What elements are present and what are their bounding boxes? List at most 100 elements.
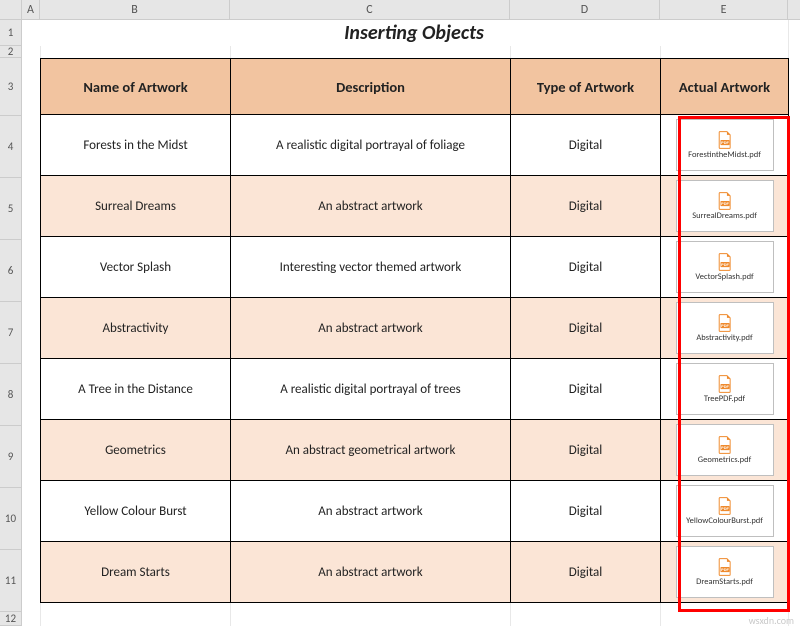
row-header-7[interactable]: 7	[0, 302, 21, 364]
embedded-pdf-object[interactable]: PDF ForestintheMidst.pdf	[676, 119, 774, 171]
pdf-file-icon: PDF	[717, 436, 733, 454]
select-all-corner[interactable]	[0, 0, 22, 19]
col-header-e[interactable]: E	[660, 0, 788, 19]
embedded-pdf-object[interactable]: PDF Geometrics.pdf	[676, 424, 774, 476]
cell-description[interactable]: An abstract artwork	[231, 298, 511, 359]
row-header-9[interactable]: 9	[0, 426, 21, 488]
col-header-d[interactable]: D	[510, 0, 660, 19]
svg-text:PDF: PDF	[721, 506, 729, 510]
cell-actual-artwork[interactable]: PDF ForestintheMidst.pdf	[661, 115, 789, 176]
embedded-pdf-object[interactable]: PDF DreamStarts.pdf	[676, 546, 774, 598]
cell-artwork-name[interactable]: Vector Splash	[41, 237, 231, 298]
cell-actual-artwork[interactable]: PDF SurrealDreams.pdf	[661, 176, 789, 237]
cell-artwork-name[interactable]: A Tree in the Distance	[41, 359, 231, 420]
col-header-c[interactable]: C	[230, 0, 510, 19]
artwork-table: Name of Artwork Description Type of Artw…	[40, 58, 789, 603]
table-row: Yellow Colour BurstAn abstract artworkDi…	[41, 481, 789, 542]
table-row: Dream StartsAn abstract artworkDigital PD…	[41, 542, 789, 603]
row-header-1[interactable]: 1	[0, 20, 21, 46]
svg-text:PDF: PDF	[721, 445, 729, 449]
cell-type[interactable]: Digital	[511, 420, 661, 481]
table-header-row: Name of Artwork Description Type of Artw…	[41, 59, 789, 115]
cell-artwork-name[interactable]: Geometrics	[41, 420, 231, 481]
cell-description[interactable]: A realistic digital portrayal of foliage	[231, 115, 511, 176]
pdf-filename: Geometrics.pdf	[698, 456, 751, 465]
cell-artwork-name[interactable]: Surreal Dreams	[41, 176, 231, 237]
header-desc[interactable]: Description	[231, 59, 511, 115]
svg-text:PDF: PDF	[721, 201, 729, 205]
cell-actual-artwork[interactable]: PDF VectorSplash.pdf	[661, 237, 789, 298]
table-row: GeometricsAn abstract geometrical artwor…	[41, 420, 789, 481]
cell-artwork-name[interactable]: Yellow Colour Burst	[41, 481, 231, 542]
cell-actual-artwork[interactable]: PDF Abstractivity.pdf	[661, 298, 789, 359]
embedded-pdf-object[interactable]: PDF Abstractivity.pdf	[676, 302, 774, 354]
table-row: Forests in the MidstA realistic digital …	[41, 115, 789, 176]
row-header-2[interactable]: 2	[0, 46, 21, 58]
svg-text:PDF: PDF	[721, 567, 729, 571]
row-header-8[interactable]: 8	[0, 364, 21, 426]
col-header-a[interactable]: A	[22, 0, 40, 19]
row-header-11[interactable]: 11	[0, 550, 21, 612]
header-type[interactable]: Type of Artwork	[511, 59, 661, 115]
column-header-row: A B C D E	[0, 0, 800, 20]
embedded-pdf-object[interactable]: PDF VectorSplash.pdf	[676, 241, 774, 293]
pdf-file-icon: PDF	[717, 314, 733, 332]
cell-actual-artwork[interactable]: PDF DreamStarts.pdf	[661, 542, 789, 603]
svg-text:PDF: PDF	[721, 384, 729, 388]
cell-actual-artwork[interactable]: PDF Geometrics.pdf	[661, 420, 789, 481]
watermark-text: wsxdn.com	[749, 614, 794, 627]
pdf-filename: SurrealDreams.pdf	[692, 212, 757, 221]
pdf-file-icon: PDF	[717, 192, 733, 210]
embedded-pdf-object[interactable]: PDF TreePDF.pdf	[676, 363, 774, 415]
row-header-column: 1 2 3 4 5 6 7 8 9 10 11 12	[0, 20, 22, 626]
pdf-filename: TreePDF.pdf	[704, 395, 745, 404]
embedded-pdf-object[interactable]: PDF YellowColourBurst.pdf	[676, 485, 774, 537]
cell-artwork-name[interactable]: Abstractivity	[41, 298, 231, 359]
svg-text:PDF: PDF	[721, 262, 729, 266]
cell-type[interactable]: Digital	[511, 481, 661, 542]
cell-description[interactable]: An abstract geometrical artwork	[231, 420, 511, 481]
pdf-file-icon: PDF	[717, 497, 733, 515]
cell-actual-artwork[interactable]: PDF TreePDF.pdf	[661, 359, 789, 420]
col-header-b[interactable]: B	[40, 0, 230, 19]
pdf-file-icon: PDF	[717, 253, 733, 271]
cell-type[interactable]: Digital	[511, 237, 661, 298]
row-header-10[interactable]: 10	[0, 488, 21, 550]
cell-description[interactable]: An abstract artwork	[231, 542, 511, 603]
cell-type[interactable]: Digital	[511, 298, 661, 359]
header-actual[interactable]: Actual Artwork	[661, 59, 789, 115]
embedded-pdf-object[interactable]: PDF SurrealDreams.pdf	[676, 180, 774, 232]
cell-type[interactable]: Digital	[511, 359, 661, 420]
cell-artwork-name[interactable]: Dream Starts	[41, 542, 231, 603]
spreadsheet-sheet: A B C D E 1 2 3 4 5 6 7 8 9 10 11 12	[0, 0, 800, 631]
cell-type[interactable]: Digital	[511, 176, 661, 237]
pdf-filename: ForestintheMidst.pdf	[688, 151, 761, 160]
row-header-12[interactable]: 12	[0, 612, 21, 626]
cell-description[interactable]: Interesting vector themed artwork	[231, 237, 511, 298]
row-header-6[interactable]: 6	[0, 240, 21, 302]
table-row: A Tree in the DistanceA realistic digita…	[41, 359, 789, 420]
cell-type[interactable]: Digital	[511, 115, 661, 176]
pdf-filename: Abstractivity.pdf	[696, 334, 752, 343]
table-row: Surreal DreamsAn abstract artworkDigital…	[41, 176, 789, 237]
cell-description[interactable]: An abstract artwork	[231, 176, 511, 237]
pdf-filename: VectorSplash.pdf	[695, 273, 753, 282]
svg-text:PDF: PDF	[721, 323, 729, 327]
table-row: Vector SplashInteresting vector themed a…	[41, 237, 789, 298]
row-header-3[interactable]: 3	[0, 58, 21, 116]
cell-description[interactable]: An abstract artwork	[231, 481, 511, 542]
page-title[interactable]: Inserting Objects	[40, 20, 788, 46]
cell-type[interactable]: Digital	[511, 542, 661, 603]
cell-actual-artwork[interactable]: PDF YellowColourBurst.pdf	[661, 481, 789, 542]
pdf-file-icon: PDF	[717, 375, 733, 393]
pdf-file-icon: PDF	[717, 131, 733, 149]
row-header-4[interactable]: 4	[0, 116, 21, 178]
pdf-filename: YellowColourBurst.pdf	[686, 517, 763, 526]
cell-description[interactable]: A realistic digital portrayal of trees	[231, 359, 511, 420]
svg-text:PDF: PDF	[721, 140, 729, 144]
row-header-5[interactable]: 5	[0, 178, 21, 240]
pdf-file-icon: PDF	[717, 558, 733, 576]
cell-artwork-name[interactable]: Forests in the Midst	[41, 115, 231, 176]
header-name[interactable]: Name of Artwork	[41, 59, 231, 115]
pdf-filename: DreamStarts.pdf	[696, 578, 753, 587]
